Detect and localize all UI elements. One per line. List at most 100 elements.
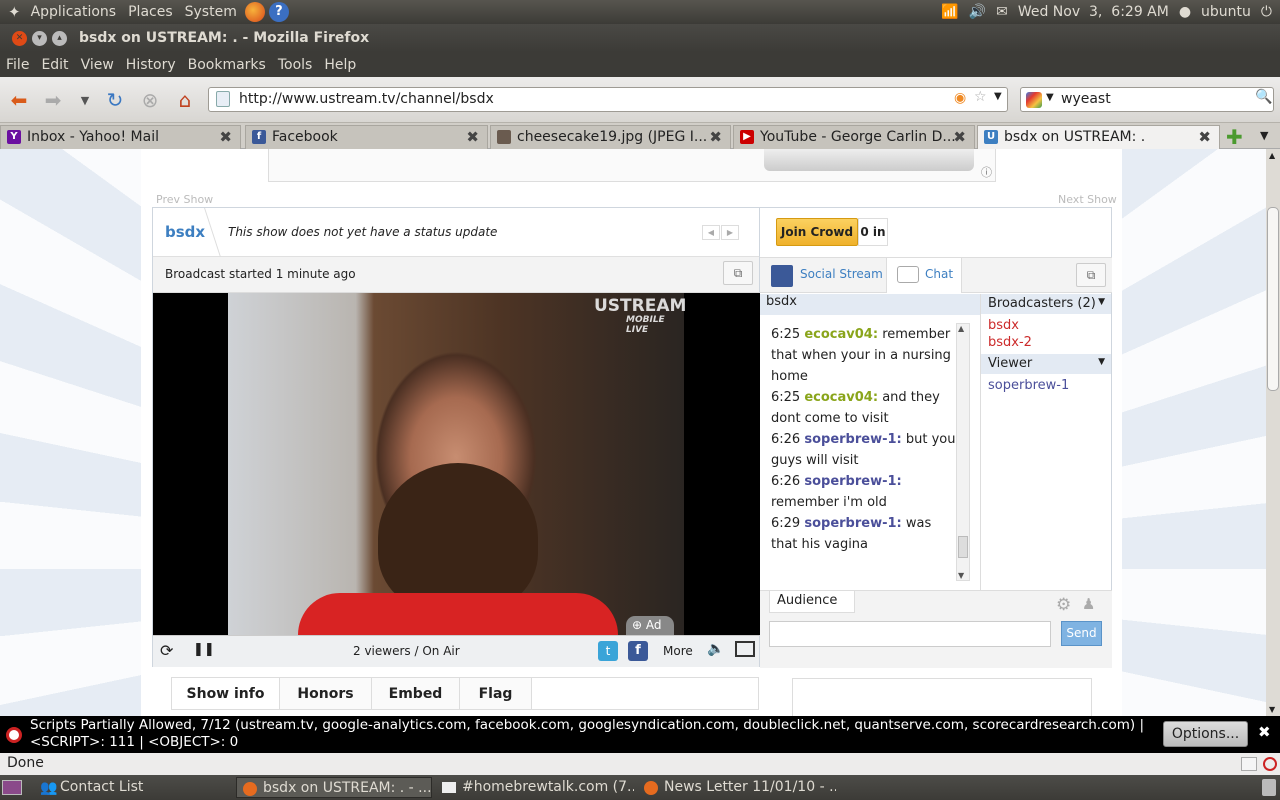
scroll-down-icon[interactable]: ▼ <box>1269 705 1275 714</box>
chat-nick[interactable]: soperbrew-1: <box>804 474 901 489</box>
search-input[interactable]: ▼ wyeast 🔍 <box>1020 87 1274 112</box>
fullscreen-icon[interactable] <box>735 641 755 657</box>
close-noscript-icon[interactable]: ✖ <box>1258 724 1271 741</box>
bookmark-star-icon[interactable]: ☆ <box>974 89 987 105</box>
audience-tab[interactable]: Audience <box>769 591 855 613</box>
task-firefox-ustream[interactable]: bsdx on USTREAM: . - ... <box>236 777 432 798</box>
more-share-button[interactable]: More <box>663 644 693 658</box>
scroll-thumb[interactable] <box>958 536 968 558</box>
site-identity-icon[interactable] <box>216 91 230 107</box>
close-tab-icon[interactable]: ✖ <box>219 128 232 146</box>
tab-flag[interactable]: Flag <box>460 678 532 709</box>
user-icon[interactable]: ● <box>1179 4 1191 20</box>
broadcasters-header[interactable]: Broadcasters (2) ▼ <box>981 294 1111 314</box>
applications-menu[interactable]: Applications <box>25 4 123 20</box>
google-search-engine-icon[interactable] <box>1026 92 1042 108</box>
status-prev-icon[interactable]: ◀ <box>702 225 720 240</box>
home-icon[interactable]: ⌂ <box>172 88 198 112</box>
popout-video-icon[interactable]: ⧉ <box>723 261 753 285</box>
user-name[interactable]: ubuntu <box>1201 4 1251 20</box>
video-player[interactable]: USTREAM MOBILE LIVE ⊕ Ad <box>153 293 760 635</box>
trash-icon[interactable] <box>1262 779 1276 796</box>
menu-bookmarks[interactable]: Bookmarks <box>182 57 272 73</box>
task-newsletter[interactable]: News Letter 11/01/10 - ... <box>638 777 836 798</box>
menu-view[interactable]: View <box>75 57 120 73</box>
firefox-launcher-icon[interactable] <box>244 2 265 22</box>
maximize-window-icon[interactable]: ▴ <box>52 30 67 46</box>
viewer-header[interactable]: Viewer ▼ <box>981 354 1111 374</box>
status-next-icon[interactable]: ▶ <box>721 225 739 240</box>
close-tab-icon[interactable]: ✖ <box>466 128 479 146</box>
menu-file[interactable]: File <box>0 57 35 73</box>
popout-chat-icon[interactable]: ⧉ <box>1076 263 1106 287</box>
scroll-down-icon[interactable]: ▼ <box>958 571 964 580</box>
system-menu[interactable]: System <box>179 4 243 20</box>
tab-youtube[interactable]: ▶ YouTube - George Carlin D... ✖ <box>733 125 975 149</box>
scroll-up-icon[interactable]: ▲ <box>958 324 964 333</box>
noscript-options-button[interactable]: Options... <box>1163 721 1248 747</box>
scroll-up-icon[interactable]: ▲ <box>1269 151 1275 160</box>
reload-icon[interactable]: ↻ <box>102 88 128 112</box>
tab-yahoo-mail[interactable]: Y Inbox - Yahoo! Mail ✖ <box>0 125 241 149</box>
menu-tools[interactable]: Tools <box>272 57 319 73</box>
network-icon[interactable]: 📶 <box>941 4 958 20</box>
show-desktop-icon[interactable] <box>2 780 22 795</box>
tab-ustream[interactable]: U bsdx on USTREAM: . ✖ <box>977 125 1220 150</box>
back-arrow-icon[interactable]: ⬅ <box>6 88 32 112</box>
close-tab-icon[interactable]: ✖ <box>709 128 722 146</box>
new-tab-icon[interactable]: ✚ <box>1226 125 1243 149</box>
ad-badge[interactable]: ⊕ Ad <box>626 616 674 635</box>
chat-nick[interactable]: soperbrew-1: <box>804 432 901 447</box>
noscript-status-icon[interactable] <box>1263 757 1277 771</box>
power-icon[interactable]: ⏻ <box>1261 4 1272 20</box>
tab-embed[interactable]: Embed <box>372 678 460 709</box>
volume-icon[interactable]: 🔈 <box>707 641 724 657</box>
rss-icon[interactable]: ◉ <box>954 90 966 106</box>
help-launcher-icon[interactable]: ? <box>268 2 289 22</box>
menu-help[interactable]: Help <box>318 57 362 73</box>
places-menu[interactable]: Places <box>122 4 179 20</box>
chat-nick[interactable]: ecocav04: <box>804 390 878 405</box>
twitter-share-icon[interactable]: t <box>598 641 618 661</box>
menu-history[interactable]: History <box>120 57 182 73</box>
tab-facebook[interactable]: f Facebook ✖ <box>245 125 488 149</box>
scroll-thumb[interactable] <box>1267 207 1279 391</box>
task-homebrewtalk-chat[interactable]: #homebrewtalk.com (7... <box>436 777 634 798</box>
menu-edit[interactable]: Edit <box>35 57 74 73</box>
broadcaster-item[interactable]: bsdx <box>981 314 1111 334</box>
chat-message-input[interactable] <box>769 621 1051 647</box>
refresh-stream-icon[interactable]: ⟳ <box>160 641 173 660</box>
clock[interactable]: Wed Nov 3, 6:29 AM <box>1018 4 1169 20</box>
minimize-window-icon[interactable]: ▾ <box>32 30 47 46</box>
statusbar-addon-icon[interactable] <box>1241 757 1257 771</box>
facebook-share-icon[interactable]: f <box>628 641 648 661</box>
task-contact-list[interactable]: 👥 Contact List <box>34 777 232 798</box>
tab-social-stream[interactable]: Social Stream <box>800 267 883 281</box>
forward-arrow-icon[interactable]: ➡ <box>40 88 66 112</box>
close-window-icon[interactable]: ✕ <box>12 30 27 46</box>
volume-icon[interactable]: 🔊 <box>969 4 986 20</box>
ubuntu-logo-icon[interactable]: ✦ <box>0 3 25 21</box>
chat-scrollbar[interactable]: ▲ ▼ <box>956 323 970 581</box>
search-engine-dropdown-icon[interactable]: ▼ <box>1046 92 1054 103</box>
tab-list-dropdown-icon[interactable]: ▼ <box>1260 129 1268 142</box>
history-dropdown-icon[interactable]: ▼ <box>72 88 98 112</box>
close-tab-icon[interactable]: ✖ <box>953 128 966 146</box>
page-scrollbar[interactable]: ▲ ▼ <box>1266 149 1280 716</box>
user-profile-icon[interactable]: ♟ <box>1082 595 1095 613</box>
top-ad-banner[interactable]: ⓘ <box>268 149 996 182</box>
close-tab-icon[interactable]: ✖ <box>1198 128 1211 146</box>
broadcaster-item[interactable]: bsdx-2 <box>981 334 1111 353</box>
join-crowd-button[interactable]: Join Crowd <box>776 218 858 246</box>
chat-nick[interactable]: soperbrew-1: <box>804 516 901 531</box>
mail-indicator-icon[interactable]: ✉ <box>996 4 1008 20</box>
chat-settings-gear-icon[interactable]: ⚙ <box>1056 595 1071 615</box>
send-button[interactable]: Send <box>1061 621 1102 646</box>
prev-show-link[interactable]: Prev Show <box>156 193 213 206</box>
ad-info-icon[interactable]: ⓘ <box>981 164 992 180</box>
tab-cheesecake-image[interactable]: cheesecake19.jpg (JPEG I... ✖ <box>490 125 731 149</box>
tab-honors[interactable]: Honors <box>280 678 372 709</box>
stop-icon[interactable]: ⊗ <box>137 88 163 112</box>
tab-show-info[interactable]: Show info <box>172 678 280 709</box>
search-icon[interactable]: 🔍 <box>1255 89 1272 105</box>
